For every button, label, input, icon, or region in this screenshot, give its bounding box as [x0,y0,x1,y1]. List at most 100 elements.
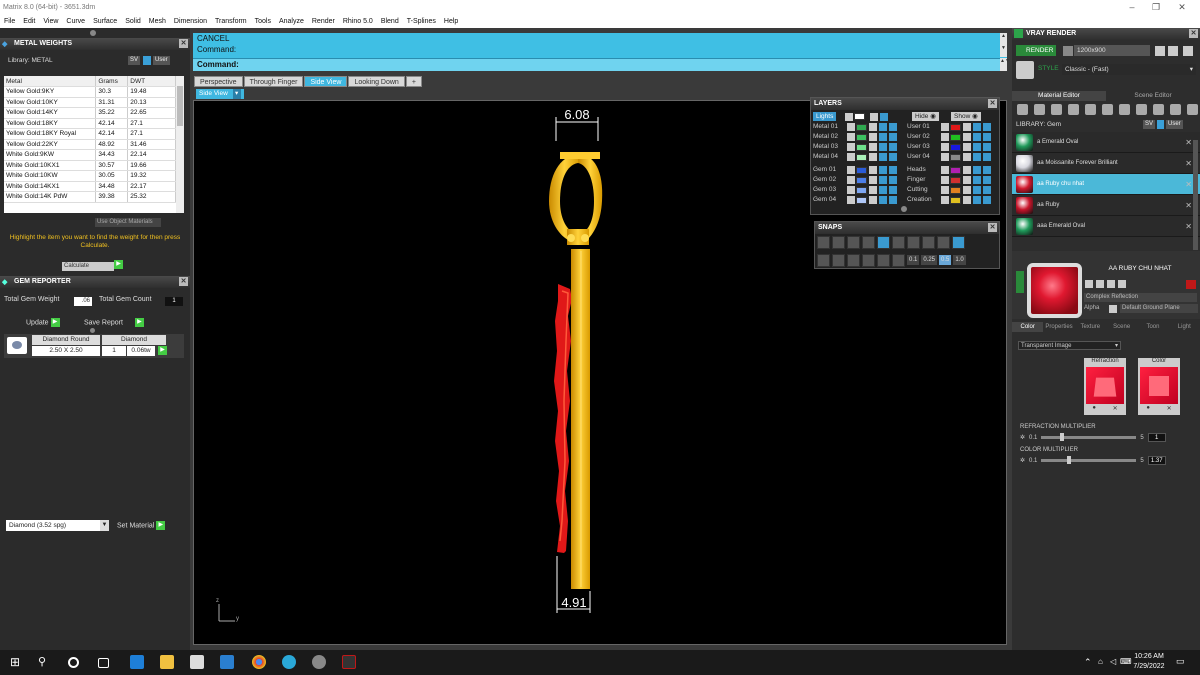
visibility-icon[interactable] [879,153,887,161]
remove-icon[interactable]: ✕ [1185,138,1192,147]
column-header[interactable]: DWT [127,76,176,87]
project-icon[interactable] [847,253,860,267]
layer-row[interactable]: Cutting [907,185,999,195]
tab-property[interactable]: Texture [1075,322,1106,332]
near-snap-icon[interactable] [847,236,860,249]
menu-item[interactable]: Solid [121,18,145,25]
menu-item[interactable]: Surface [89,18,121,25]
remove-icon[interactable]: ✕ [1185,222,1192,231]
calculate-button[interactable]: Calculate ▶ [62,260,123,271]
visibility-icon[interactable] [879,166,887,174]
texture-icon[interactable] [1118,280,1126,288]
select-icon[interactable] [983,153,991,161]
notifications-icon[interactable]: ▭ [1176,656,1185,667]
end-snap-icon[interactable] [832,236,845,249]
snap-increment[interactable]: 1.0 [953,255,966,265]
table-row[interactable]: Yellow Gold:22KY 48.92 31.46 [4,139,176,150]
lock-icon[interactable] [869,143,877,151]
gradient-icon[interactable] [1119,104,1130,115]
layer-row[interactable]: User 04 [907,152,999,162]
table-row[interactable]: White Gold:9KW 34.43 22.14 [4,149,176,161]
table-row[interactable]: Yellow Gold:14KY 35.22 22.65 [4,107,176,119]
material-item[interactable]: aa Moissanite Forever Brilliant ✕ [1012,153,1200,174]
layer-color-swatch[interactable] [950,186,961,194]
remove-icon[interactable]: ✕ [1185,180,1192,189]
close-icon[interactable] [1183,46,1193,56]
select-icon[interactable] [889,186,897,194]
select-icon[interactable] [983,123,991,131]
material-select[interactable]: Diamond (3.52 spg) ▼ [6,520,109,531]
tab-property[interactable]: Properties [1043,322,1074,332]
layer-color-swatch[interactable] [856,153,867,161]
gumball-icon[interactable] [877,253,890,267]
visibility-icon[interactable] [973,153,981,161]
texture-icon[interactable] [1085,104,1096,115]
layer-toggle-icon[interactable] [941,123,949,131]
material-item[interactable]: aa Ruby chu nhat ✕ [1012,174,1200,195]
remove-icon[interactable]: ✕ [1113,405,1118,412]
layer-color-swatch[interactable] [950,196,961,204]
select-icon[interactable] [983,196,991,204]
file-explorer-icon[interactable] [160,655,174,669]
menu-item[interactable]: Blend [377,18,403,25]
splitter[interactable] [0,28,190,38]
lock-icon[interactable] [869,123,877,131]
visibility-icon[interactable] [879,196,887,204]
ortho-icon[interactable] [817,253,830,267]
chevron-up-icon[interactable]: ⌃ [1084,657,1092,668]
quad-snap-icon[interactable] [952,236,965,249]
lock-icon[interactable] [869,153,877,161]
mid-snap-icon[interactable] [877,236,890,249]
active-view-dropdown[interactable]: Side View ▾ [196,89,244,99]
shape-icon[interactable] [1153,104,1164,115]
snap-increment[interactable]: 0.1 [907,255,920,265]
gem-icon[interactable] [1017,104,1028,115]
layer-toggle-icon[interactable] [941,153,949,161]
visibility-icon[interactable] [973,133,981,141]
library-user-button[interactable]: User [153,56,170,65]
lock-icon[interactable] [869,196,877,204]
tab-material-editor[interactable]: Material Editor [1012,91,1106,101]
layer-row[interactable]: Gem 02 [813,175,905,185]
ground-plane-select[interactable]: Default Ground Plane [1120,304,1198,313]
visibility-icon[interactable] [879,123,887,131]
menu-item[interactable]: Help [440,18,462,25]
matrix-app-icon[interactable] [342,655,356,669]
style-select[interactable]: Classic - (Fast) ▾ [1062,64,1196,75]
select-icon[interactable] [889,123,897,131]
select-icon[interactable] [983,166,991,174]
refraction-multiplier-slider[interactable]: ✲ 0.1 5 1 [1020,433,1166,442]
layer-row[interactable]: Metal 04 [813,152,905,162]
snap-increment[interactable]: 0.5 [939,255,952,265]
layer-row[interactable]: User 03 [907,142,999,152]
play-icon[interactable]: ▶ [158,346,167,355]
library-sv-button[interactable]: SV [128,56,141,65]
smart-track-icon[interactable] [862,253,875,267]
use-object-materials[interactable]: Use Object Materials [95,216,161,227]
layer-toggle-icon[interactable] [941,186,949,194]
tan-snap-icon[interactable] [937,236,950,249]
scene-icon[interactable] [1096,280,1104,288]
alpha-toggle[interactable] [1109,305,1117,313]
collapse-handle[interactable] [1016,271,1024,293]
complex-reflection-select[interactable]: Complex Reflection [1084,293,1197,302]
layer-row[interactable]: Metal 03 [813,142,905,152]
render-settings-icon[interactable] [1063,46,1073,56]
layer-toggle-icon[interactable] [847,123,855,131]
close-icon[interactable]: ✕ [988,223,997,232]
slider-track[interactable] [1041,433,1137,441]
splitter[interactable] [4,328,186,333]
layer-toggle-icon[interactable] [847,153,855,161]
tab-view[interactable]: Perspective [194,76,243,87]
layer-toggle-icon[interactable] [941,176,949,184]
visibility-icon[interactable] [973,143,981,151]
gem-row[interactable]: Diamond Round Diamond 2.50 X 2.50 1 0.06… [4,334,184,358]
light-icon[interactable] [1187,104,1198,115]
command-input[interactable]: Command: [193,58,1000,71]
layer-row[interactable]: Gem 03 [813,185,905,195]
minimize-button[interactable]: – [1120,0,1144,14]
lock-icon[interactable] [869,166,877,174]
clock-date[interactable]: 7/29/2022 [1131,663,1167,670]
layer-toggle-icon[interactable] [847,143,855,151]
color-multiplier-value[interactable]: 1.37 [1147,456,1166,465]
